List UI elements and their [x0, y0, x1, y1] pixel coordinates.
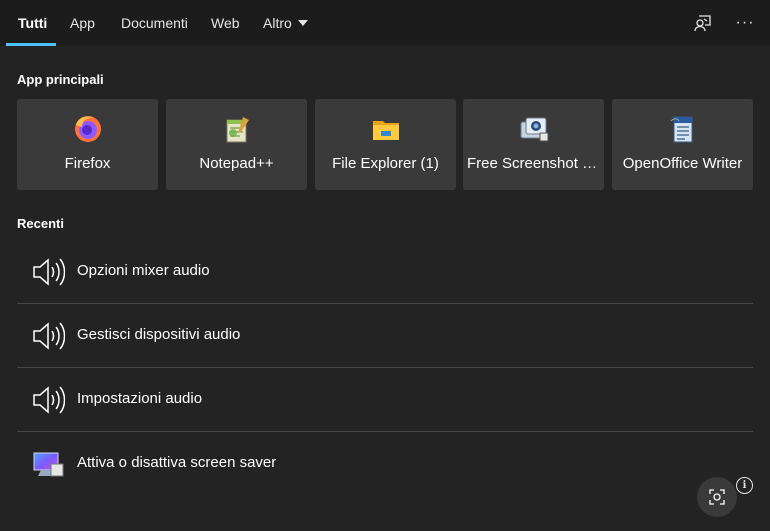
tab-web[interactable]: Web — [211, 0, 240, 46]
app-tile-free-screenshot[interactable]: Free Screenshot C... — [463, 99, 604, 190]
file-explorer-icon — [372, 121, 399, 140]
chevron-down-icon — [297, 20, 308, 26]
section-title-top-apps: App principali — [17, 72, 104, 87]
recent-item-screen-saver[interactable]: Attiva o disattiva screen saver — [17, 432, 753, 496]
speaker-icon — [33, 258, 65, 286]
notepad-plus-plus-icon — [226, 117, 249, 143]
capture-icon — [709, 489, 725, 505]
recent-item-label: Impostazioni audio — [77, 390, 203, 407]
free-screenshot-icon — [520, 117, 548, 142]
app-tile-openoffice-writer[interactable]: OpenOffice Writer — [612, 99, 753, 190]
tab-altro[interactable]: Altro — [263, 0, 308, 46]
app-tile-label: Free Screenshot C... — [467, 155, 604, 172]
recent-item-label: Attiva o disattiva screen saver — [77, 454, 277, 471]
tab-tutti[interactable]: Tutti — [18, 0, 47, 46]
recent-item-label: Gestisci dispositivi audio — [77, 326, 241, 343]
recent-item-mixer-audio[interactable]: Opzioni mixer audio — [17, 240, 753, 304]
tab-app[interactable]: App — [70, 0, 95, 46]
app-tile-label: OpenOffice Writer — [622, 155, 743, 172]
firefox-icon — [74, 116, 101, 142]
tab-documenti[interactable]: Documenti — [121, 0, 188, 46]
tab-altro-label: Altro — [263, 15, 292, 31]
app-tile-file-explorer[interactable]: File Explorer (1) — [315, 99, 456, 190]
openoffice-writer-icon — [670, 116, 692, 143]
feedback-icon[interactable] — [689, 9, 717, 37]
recent-item-audio-devices[interactable]: Gestisci dispositivi audio — [17, 304, 753, 368]
app-tile-label: File Explorer (1) — [332, 155, 439, 172]
screen-saver-icon — [33, 452, 64, 477]
search-tabs-bar: Tutti App Documenti Web Altro ··· — [0, 0, 770, 46]
app-tile-label: Firefox — [64, 155, 111, 172]
more-options-icon[interactable]: ··· — [731, 9, 759, 37]
recent-item-audio-settings[interactable]: Impostazioni audio — [17, 368, 753, 432]
active-tab-indicator — [6, 43, 56, 46]
speaker-icon — [33, 322, 65, 350]
visual-search-button[interactable] — [697, 477, 737, 517]
app-tile-label: Notepad++ — [199, 155, 274, 172]
info-icon[interactable]: i — [736, 477, 753, 494]
app-tile-notepad-plus-plus[interactable]: Notepad++ — [166, 99, 307, 190]
recent-item-label: Opzioni mixer audio — [77, 262, 210, 279]
speaker-icon — [33, 386, 65, 414]
app-tile-firefox[interactable]: Firefox — [17, 99, 158, 190]
section-title-recent: Recenti — [17, 216, 64, 231]
